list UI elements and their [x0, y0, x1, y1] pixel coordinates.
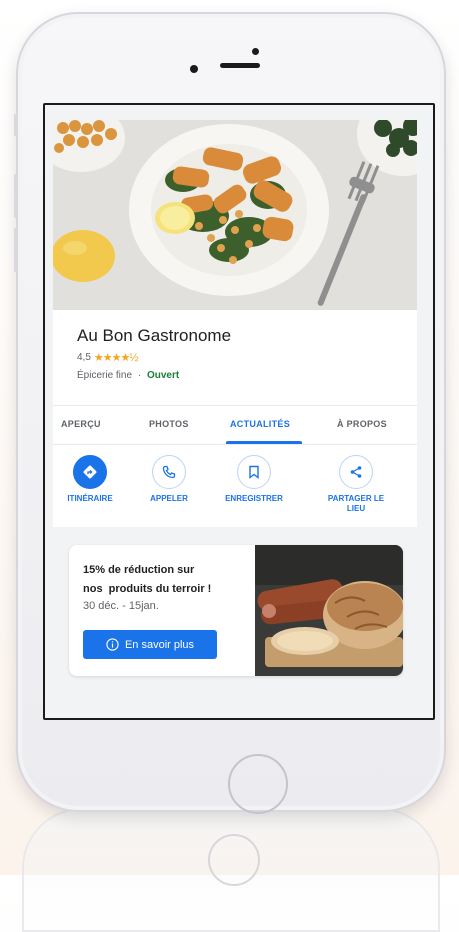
share-button[interactable]: PARTAGER LE LIEU: [311, 455, 401, 514]
tab-bar: APERÇU PHOTOS ACTUALITÉS À PROPOS: [53, 406, 417, 445]
promo-text: 15% de réduction sur nos produits du ter…: [83, 561, 253, 612]
learn-more-label: En savoir plus: [124, 638, 195, 651]
action-bar: ITINÉRAIRE APPELER ENREGISTRER PARTAGER …: [53, 445, 417, 527]
promo-image: [255, 545, 403, 676]
rating-row[interactable]: 4,5 ★★★★½: [77, 351, 139, 364]
bookmark-icon: [237, 455, 271, 489]
open-status: Ouvert: [146, 370, 180, 381]
earpiece-speaker: [220, 63, 260, 68]
place-photo[interactable]: [53, 120, 417, 310]
mute-switch: [14, 114, 17, 136]
rating-value: 4,5: [77, 352, 91, 363]
tab-about[interactable]: À PROPOS: [337, 419, 387, 429]
promo-title-line1: 15% de réduction sur: [83, 564, 195, 576]
phone-icon: [152, 455, 186, 489]
promo-dates: 30 déc. - 15jan.: [83, 600, 159, 612]
tab-overview[interactable]: APERÇU: [61, 419, 101, 429]
separator: ·: [137, 370, 142, 381]
active-tab-indicator: [226, 441, 302, 444]
tab-photos[interactable]: PHOTOS: [149, 419, 189, 429]
info-icon: [106, 638, 119, 651]
learn-more-button[interactable]: En savoir plus: [83, 630, 217, 659]
save-label: ENREGISTRER: [225, 494, 283, 503]
promo-title-line2: nos produits du terroir !: [83, 583, 212, 595]
maps-listing-view: Au Bon Gastronome 4,5 ★★★★½ Épicerie fin…: [45, 105, 433, 718]
save-button[interactable]: ENREGISTRER: [209, 455, 299, 504]
reflection-home-button: [208, 834, 260, 886]
call-label: APPELER: [150, 494, 188, 503]
directions-label: ITINÉRAIRE: [67, 494, 113, 503]
phone-screen: Au Bon Gastronome 4,5 ★★★★½ Épicerie fin…: [43, 103, 435, 720]
place-info: Au Bon Gastronome 4,5 ★★★★½ Épicerie fin…: [53, 310, 417, 405]
call-button[interactable]: APPELER: [124, 455, 214, 504]
home-button[interactable]: [228, 754, 288, 814]
category-row: Épicerie fine · Ouvert: [77, 370, 179, 381]
share-icon: [339, 455, 373, 489]
proximity-sensor: [190, 65, 198, 73]
volume-down-button: [14, 228, 17, 272]
front-camera: [252, 48, 259, 55]
star-rating-icon: ★★★★½: [93, 352, 139, 364]
place-name: Au Bon Gastronome: [77, 326, 232, 345]
share-label: PARTAGER LE LIEU: [327, 494, 385, 513]
place-category: Épicerie fine: [77, 370, 133, 381]
directions-button[interactable]: ITINÉRAIRE: [45, 455, 135, 504]
promo-card[interactable]: 15% de réduction sur nos produits du ter…: [69, 545, 403, 676]
directions-icon: [73, 455, 107, 489]
phone-reflection: [22, 808, 440, 932]
volume-up-button: [14, 174, 17, 218]
place-card: Au Bon Gastronome 4,5 ★★★★½ Épicerie fin…: [53, 310, 417, 527]
tab-news[interactable]: ACTUALITÉS: [230, 419, 290, 429]
